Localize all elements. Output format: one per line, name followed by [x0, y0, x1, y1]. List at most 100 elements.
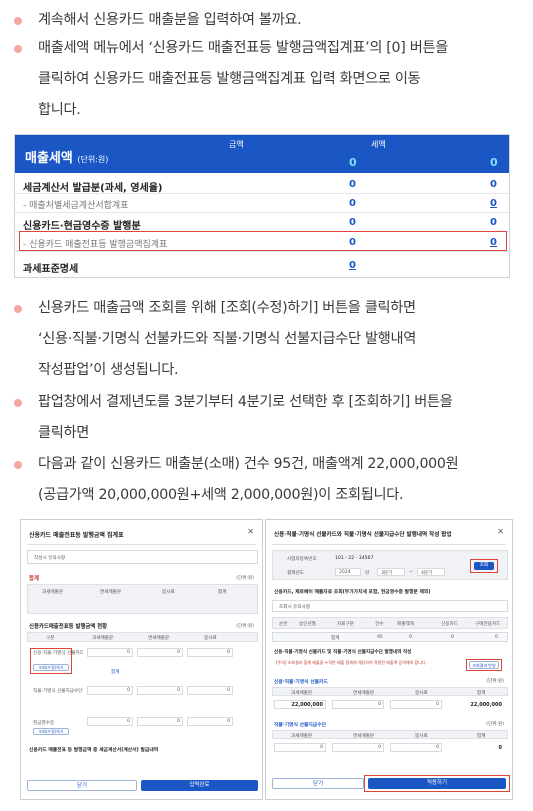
- row-tax[interactable]: 0: [490, 179, 497, 190]
- col-header: 구분: [46, 636, 55, 641]
- amount-field[interactable]: 0: [390, 743, 442, 752]
- bullet-text: 다음과 같이 신용카드 매출분(소매) 건수 95건, 매출액계 22,000,…: [38, 456, 459, 503]
- bullet-text: 신용카드 매출금액 조회를 위해 [조회(수정)하기] 버튼을 클릭하면 ‘신용…: [38, 300, 416, 378]
- sales-tax-title: 매출세액 (단위:원): [25, 151, 109, 166]
- right-popup: 신용·직불·기명식 선불카드와 직불·기명식 선불지급수단 발행내역 작성 팝업…: [265, 519, 513, 800]
- total-value: 22,000,000: [470, 702, 502, 708]
- input-complete-button[interactable]: 입력완료: [141, 780, 258, 791]
- bullet-text: 팝업창에서 결제년도를 3분기부터 4분기로 선택한 후 [조회하기] 버튼을 …: [38, 394, 453, 441]
- row-tax[interactable]: 0: [490, 217, 497, 228]
- bullet-5: 다음과 같이 신용카드 매출분(소매) 건수 95건, 매출액계 22,000,…: [14, 449, 459, 511]
- highlight-box: [19, 231, 507, 251]
- amount-field[interactable]: 0: [87, 648, 133, 657]
- sub-header-2: 과세매출분 면세매출분 봉사료 합계: [272, 730, 508, 739]
- apply-button[interactable]: 적용하기: [368, 778, 506, 789]
- notice-box[interactable]: 조회시 유의사항: [272, 600, 508, 612]
- popup-title: 신용·직불·기명식 선불카드와 직불·기명식 선불지급수단 발행내역 작성 팝업: [274, 532, 452, 538]
- result-sum-row: 합계 95 0 0 0: [272, 632, 508, 642]
- bullet-dot-icon: [14, 45, 22, 53]
- col-tax: 세액: [371, 140, 386, 149]
- col-header: 면세매출분: [100, 590, 122, 595]
- header-amount-value: 0: [349, 156, 357, 169]
- amount-field[interactable]: 0: [187, 686, 233, 695]
- notice-label: 조회시 유의사항: [279, 605, 311, 610]
- row-label: 직불·기명식 선불지급수단: [33, 689, 83, 694]
- warning-text: [주의] 조회결과 합계 매출을 누적한 매출 합계에 해당하여 적용된 매출액…: [274, 658, 454, 672]
- col-header: 봉사료: [204, 636, 217, 641]
- close-button[interactable]: 닫기: [272, 778, 364, 789]
- inquiry-edit-button[interactable]: 조회(수정)하기: [33, 664, 69, 671]
- year-label: 결제년도: [287, 571, 304, 576]
- popup-title: 신용카드 매출전표등 발행금액 집계표: [29, 532, 124, 539]
- row-amount[interactable]: 0: [349, 179, 356, 190]
- close-button[interactable]: 닫기: [27, 780, 137, 791]
- row-amount-link[interactable]: 0: [349, 260, 356, 271]
- notice-label: 작성시 유의사항: [34, 556, 66, 561]
- bullet-text: 매출세액 메뉴에서 ‘신용카드 매출전표등 발행금액집계표’의 [0] 버튼을 …: [38, 40, 448, 118]
- section-title: 신용카드매출전표등 발행금액 현황: [29, 624, 108, 630]
- row-amount[interactable]: 0: [349, 217, 356, 228]
- cash-receipt-inquiry-button[interactable]: 조회(수정)하기: [33, 728, 69, 735]
- row-tax-link[interactable]: 0: [490, 198, 497, 209]
- col-header: 과세매출분: [42, 590, 64, 595]
- close-icon[interactable]: ✕: [497, 527, 504, 536]
- amount-field[interactable]: 22,000,000: [274, 700, 326, 709]
- sub-header-1: 과세매출분 면세매출분 봉사료 합계: [272, 687, 508, 696]
- table-row: - 매출처별세금계산서합계표 0 0: [15, 194, 509, 213]
- from-quarter-select[interactable]: 3분기: [377, 568, 405, 576]
- close-icon[interactable]: ✕: [247, 527, 254, 536]
- search-button[interactable]: 조회: [474, 562, 494, 570]
- row-label: - 매출처별세금계산서합계표: [23, 201, 129, 211]
- amount-field[interactable]: 0: [332, 700, 384, 709]
- bullet-1: 계속해서 신용카드 매출분을 입력하여 볼까요.: [14, 5, 302, 36]
- amount-field[interactable]: 0: [137, 717, 183, 726]
- search-panel: 사업자등록번호 101 - 22 - 34567 결제년도 2024 년 3분기…: [272, 550, 508, 580]
- total-value: 0: [498, 745, 502, 751]
- amount-field[interactable]: 0: [274, 743, 326, 752]
- col-header: 봉사료: [162, 590, 175, 595]
- amount-field[interactable]: 0: [390, 700, 442, 709]
- bullet-dot-icon: [14, 399, 22, 407]
- table-header: 구분 과세매출분 면세매출분 봉사료: [27, 632, 258, 642]
- amount-field[interactable]: 0: [87, 717, 133, 726]
- amount-field[interactable]: 0: [137, 648, 183, 657]
- row-label: 현금영수증: [33, 721, 55, 726]
- reflect-result-button[interactable]: 조회결과 반영: [469, 661, 499, 669]
- left-popup: 신용카드 매출전표등 발행금액 집계표 ✕ 작성시 유의사항 합계 (단위:원)…: [20, 519, 263, 800]
- col-amount: 금액: [229, 140, 244, 149]
- desc-text: 신용카드, 제로페이 매출자료 조회(부가가치세 포함, 현금영수증 발행분 제…: [274, 590, 431, 595]
- bizno-value: 101 - 22 - 34567: [335, 556, 374, 561]
- bullet-dot-icon: [14, 17, 22, 25]
- bullet-text: 계속해서 신용카드 매출분을 입력하여 볼까요.: [38, 12, 302, 28]
- row-label: 신용카드·현금영수증 발행분: [23, 221, 141, 232]
- amount-field[interactable]: 0: [187, 717, 233, 726]
- row-amount[interactable]: 0: [349, 198, 356, 209]
- sales-tax-table: 매출세액 (단위:원) 금액 세액 0 0 세금계산서 발급분(과세, 영세율)…: [14, 134, 510, 278]
- row-label: 세금계산서 발급분(과세, 영세율): [23, 183, 163, 194]
- notice-box[interactable]: 작성시 유의사항: [27, 550, 258, 564]
- col-header: 합계: [218, 590, 227, 595]
- bullet-4: 팝업창에서 결제년도를 3분기부터 4분기로 선택한 후 [조회하기] 버튼을 …: [14, 387, 453, 449]
- bizno-label: 사업자등록번호: [287, 557, 317, 562]
- result-header: 순번 승인년월 자료구분 건수 매출액계 신용카드 구매전용카드: [272, 617, 508, 629]
- table-row: 과세표준명세 0: [15, 256, 509, 275]
- sum-label: 합계: [29, 576, 39, 582]
- sub-title-2: 직불·기명식 선불지급수단: [274, 723, 327, 728]
- sales-tax-header: 매출세액 (단위:원) 금액 세액 0 0: [15, 135, 509, 173]
- bullet-3: 신용카드 매출금액 조회를 위해 [조회(수정)하기] 버튼을 클릭하면 ‘신용…: [14, 293, 416, 386]
- amount-field[interactable]: 0: [187, 648, 233, 657]
- sum-table: 과세매출분 면세매출분 봉사료 합계: [27, 584, 258, 614]
- amount-field[interactable]: 0: [332, 743, 384, 752]
- bullet-dot-icon: [14, 305, 22, 313]
- year-select[interactable]: 2024: [335, 568, 361, 576]
- table-row: 신용카드·현금영수증 발행분 0 0: [15, 213, 509, 232]
- amount-field[interactable]: 0: [87, 686, 133, 695]
- unit-label: (단위:원): [236, 624, 254, 629]
- page: 계속해서 신용카드 매출분을 입력하여 볼까요. 매출세액 메뉴에서 ‘신용카드…: [0, 0, 533, 811]
- unit-label: (단위:원): [236, 576, 254, 581]
- table-row: 세금계산서 발급분(과세, 영세율) 0 0: [15, 175, 509, 194]
- section-title: 신용카드 매출전표 등 발행금액 중 세금계산서(계산서) 발급내역: [29, 748, 159, 753]
- to-quarter-select[interactable]: 4분기: [417, 568, 445, 576]
- row-label: 과세표준명세: [23, 264, 79, 275]
- amount-field[interactable]: 0: [137, 686, 183, 695]
